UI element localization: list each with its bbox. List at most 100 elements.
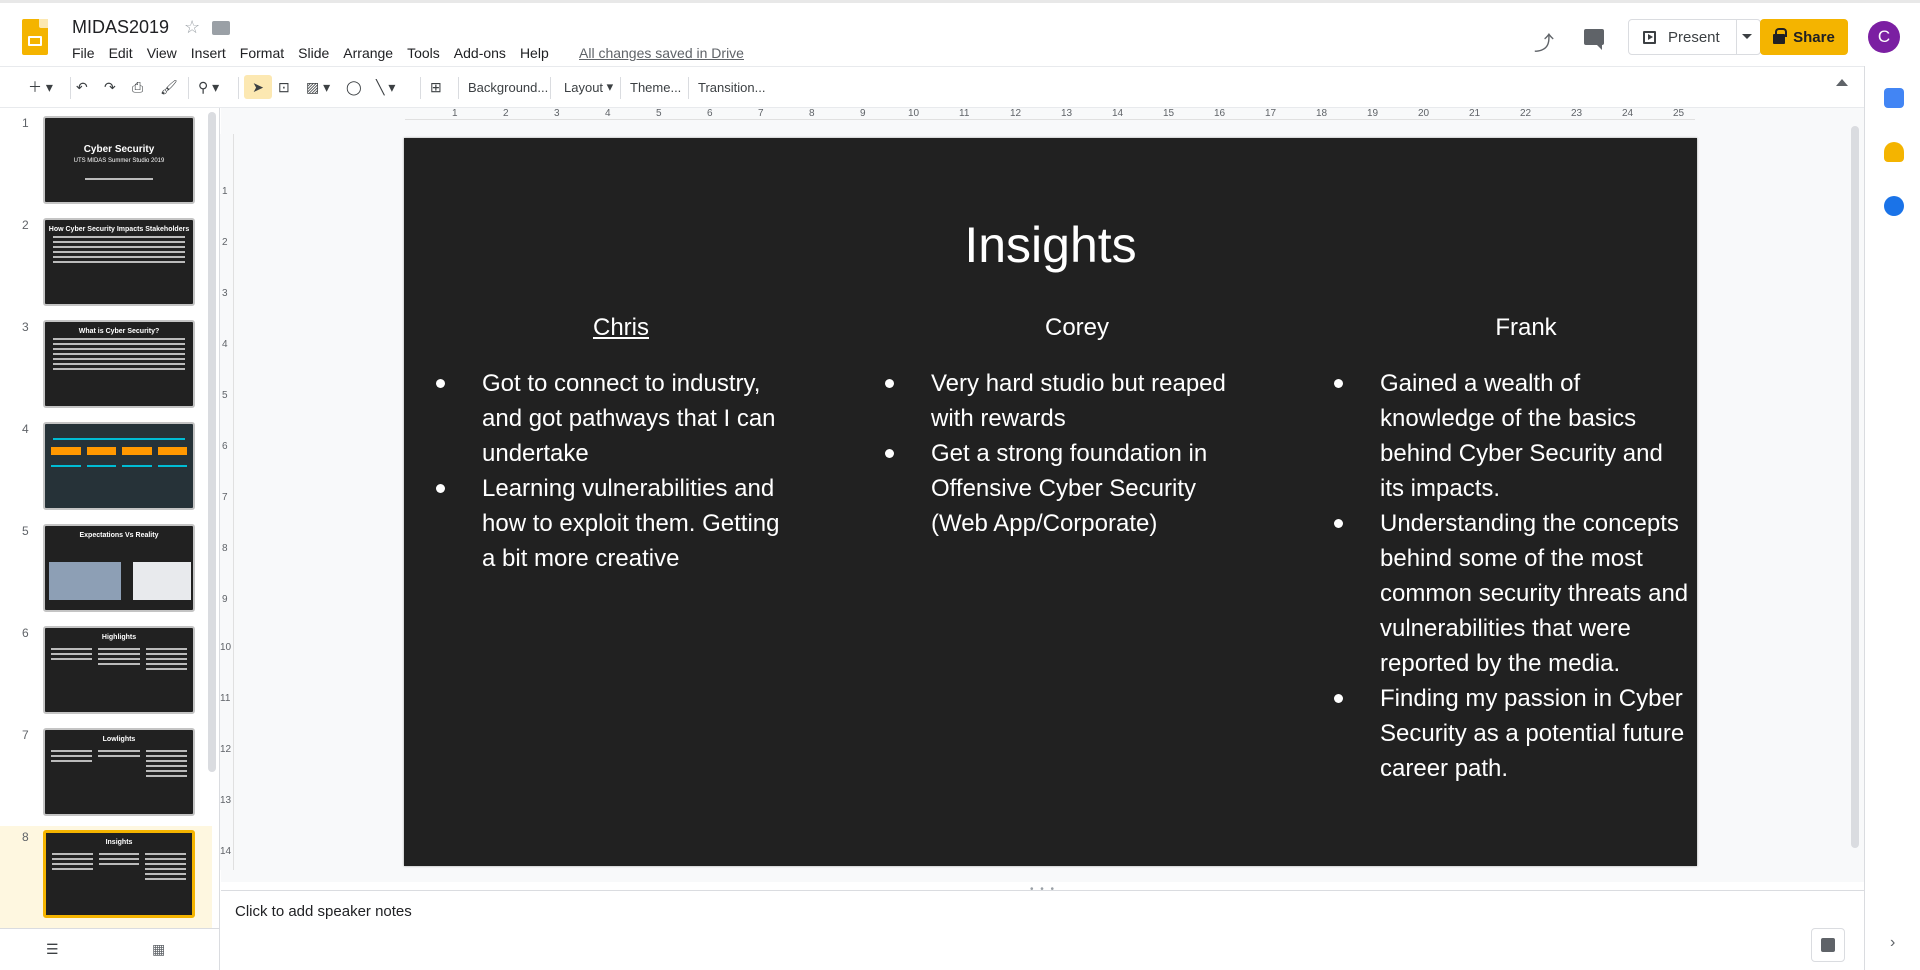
thumbnail-title: Lowlights [102, 736, 136, 743]
print-icon[interactable]: ⎙ [132, 75, 143, 99]
ruler-tick: 6 [707, 108, 713, 119]
thumbnail-title: Cyber Security [83, 144, 155, 155]
menu-insert[interactable]: Insert [191, 45, 233, 61]
paint-format-icon[interactable]: 🖌 [160, 75, 178, 99]
slide-thumbnail[interactable]: 1 Cyber Security UTS MIDAS Summer Studio… [0, 112, 212, 214]
menu-file[interactable]: File [72, 45, 102, 61]
slide-thumbnail-active[interactable]: 8 Insights [0, 826, 212, 928]
slide-thumbnail[interactable]: 3 What is Cyber Security? [0, 316, 212, 418]
ruler-tick: 8 [222, 543, 228, 554]
toolbar-divider [188, 77, 189, 99]
thumbnail-preview[interactable]: How Cyber Security Impacts Stakeholders [43, 218, 195, 306]
shape-icon[interactable]: ◯ [346, 75, 362, 99]
menu-tools[interactable]: Tools [407, 45, 447, 61]
line-icon[interactable]: ╲ ▾ [376, 75, 395, 99]
zoom-icon[interactable]: ⚲ ▾ [198, 75, 219, 99]
comment-icon[interactable] [1584, 29, 1604, 50]
slide-thumbnail[interactable]: 6 Highlights [0, 622, 212, 724]
menu-view[interactable]: View [147, 45, 184, 61]
toolbar-divider [550, 77, 551, 99]
thumbnail-line [53, 343, 185, 345]
bullet-item: Got to connect to industry, and got path… [404, 366, 780, 471]
menu-format[interactable]: Format [240, 45, 291, 61]
filmstrip-view-icon[interactable]: ☰ [46, 941, 59, 958]
ruler-tick: 1 [222, 186, 228, 197]
folder-icon[interactable] [212, 21, 230, 35]
slide-thumbnail[interactable]: 2 How Cyber Security Impacts Stakeholder… [0, 214, 212, 316]
canvas-scrollbar[interactable] [1851, 126, 1859, 848]
avatar[interactable]: C [1868, 21, 1900, 53]
activity-trend-icon[interactable]: ⤴ [1534, 27, 1554, 56]
thumbnail-line [53, 368, 185, 370]
menu-help[interactable]: Help [520, 45, 556, 61]
speaker-notes-placeholder[interactable]: Click to add speaker notes [235, 903, 412, 920]
image-icon[interactable]: ▨ ▾ [306, 75, 330, 99]
thumbnail-line [53, 246, 185, 248]
thumbnail-title: Insights [105, 839, 133, 846]
thumbnail-preview[interactable]: Cyber Security UTS MIDAS Summer Studio 2… [43, 116, 195, 204]
keep-icon[interactable] [1884, 142, 1904, 162]
ruler-tick: 25 [1673, 108, 1685, 119]
ruler-tick: 2 [503, 108, 509, 119]
current-slide[interactable]: Insights Chris Got to connect to industr… [404, 138, 1697, 866]
redo-icon[interactable]: ↷ [104, 75, 116, 99]
layout-button[interactable]: Layout ▾ [564, 75, 613, 99]
slide-thumbnail[interactable]: 5 Expectations Vs Reality [0, 520, 212, 622]
column-heading: Corey [1044, 314, 1110, 341]
select-icon[interactable]: ➤ [244, 75, 272, 99]
textbox-icon[interactable]: ⊡ [278, 75, 290, 99]
ruler-tick: 4 [605, 108, 611, 119]
thumbnail-preview[interactable] [43, 422, 195, 510]
ruler-tick: 12 [220, 744, 232, 755]
document-title[interactable]: MIDAS2019 [72, 17, 169, 38]
menu-addons[interactable]: Add-ons [454, 45, 513, 61]
present-button[interactable]: Present [1628, 19, 1761, 55]
grid-view-icon[interactable]: ▦ [152, 941, 165, 958]
undo-icon[interactable]: ↶ [76, 75, 88, 99]
menu-slide[interactable]: Slide [298, 45, 336, 61]
toolbar-divider [620, 77, 621, 99]
tasks-icon[interactable] [1884, 196, 1904, 216]
ruler-tick: 7 [222, 492, 228, 503]
expand-panel-icon[interactable]: › [1890, 934, 1895, 952]
calendar-icon[interactable] [1884, 88, 1904, 108]
filmstrip-scrollbar[interactable] [208, 112, 216, 772]
thumbnail-preview[interactable]: What is Cyber Security? [43, 320, 195, 408]
explore-button[interactable] [1811, 928, 1845, 962]
slide-title[interactable]: Insights [404, 216, 1697, 274]
thumbnail-preview[interactable]: Expectations Vs Reality [43, 524, 195, 612]
thumbnail-subtitle: UTS MIDAS Summer Studio 2019 [73, 158, 165, 164]
slide-thumbnail[interactable]: 4 [0, 418, 212, 520]
slides-logo-icon[interactable] [22, 19, 48, 55]
collapse-toolbar-icon[interactable] [1836, 79, 1848, 86]
menu-edit[interactable]: Edit [109, 45, 140, 61]
comment-add-icon[interactable]: ⊞ [430, 75, 442, 99]
share-button[interactable]: Share [1760, 19, 1848, 55]
bullet-item: Finding my passion in Cyber Security as … [1302, 681, 1692, 786]
vertical-ruler: 1 2 3 4 5 6 7 8 9 10 11 12 13 14 [220, 134, 234, 870]
thumbnail-columns [51, 747, 187, 780]
top-bar: MIDAS2019 ☆ File Edit View Insert Format… [0, 0, 1920, 66]
thumbnail-preview[interactable]: Lowlights [43, 728, 195, 816]
background-button[interactable]: Background... [468, 75, 548, 99]
present-dropdown-icon[interactable] [1742, 34, 1752, 39]
slide-column-frank[interactable]: Frank Gained a wealth of knowledge of th… [1302, 314, 1692, 786]
thumbnail-preview[interactable]: Insights [43, 830, 195, 918]
slide-number: 4 [22, 422, 29, 436]
thumbnail-line [53, 338, 185, 340]
menu-arrange[interactable]: Arrange [343, 45, 400, 61]
slide-column-chris[interactable]: Chris Got to connect to industry, and go… [404, 314, 780, 576]
transition-button[interactable]: Transition... [698, 75, 765, 99]
star-icon[interactable]: ☆ [184, 17, 200, 38]
slide-column-corey[interactable]: Corey Very hard studio but reaped with r… [853, 314, 1229, 541]
new-slide-icon[interactable]: ＋ ▾ [28, 75, 53, 99]
thumbnail-preview[interactable]: Highlights [43, 626, 195, 714]
slide-thumbnail[interactable]: 7 Lowlights [0, 724, 212, 826]
ruler-tick: 5 [222, 390, 228, 401]
filmstrip-view-toggle: ☰ ▦ [0, 928, 219, 970]
theme-button[interactable]: Theme... [630, 75, 681, 99]
bullet-item: Understanding the concepts behind some o… [1302, 506, 1692, 681]
speaker-notes[interactable]: Click to add speaker notes [221, 890, 1864, 970]
save-status[interactable]: All changes saved in Drive [579, 45, 744, 61]
thumbnail-columns [51, 645, 187, 673]
